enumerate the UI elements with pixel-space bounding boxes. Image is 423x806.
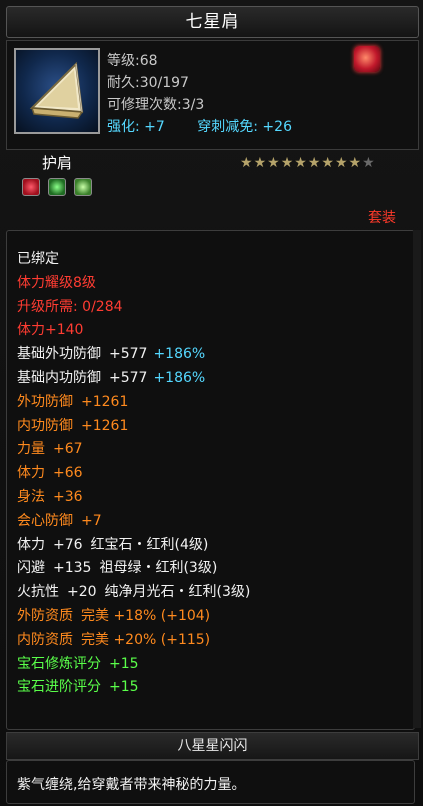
star-filled-icon: ★ xyxy=(348,155,363,171)
star-filled-icon: ★ xyxy=(240,155,254,171)
attribute-label: 体力+140 xyxy=(17,322,84,339)
attribute-line: 闪避 +135 祖母绿・红利(3级) xyxy=(17,557,250,581)
item-description: 紫气缠绕,给穿戴者带来神秘的力量。 xyxy=(17,777,246,793)
gem-slot-icon[interactable] xyxy=(354,46,380,72)
attribute-line: 身法 +36 xyxy=(17,486,250,510)
item-base-stats: 等级:68 耐久:30/197 可修理次数:3/3 强化: +7 穿刺减免: +… xyxy=(107,50,320,138)
attribute-line: 体力耀级8级 xyxy=(17,272,250,296)
attribute-label: 基础外功防御 xyxy=(17,346,101,363)
moonstone-gem-icon[interactable] xyxy=(74,178,93,196)
gem-slots xyxy=(22,178,95,200)
attribute-label: 外功防御 xyxy=(17,393,73,410)
attribute-label: 内功防御 xyxy=(17,417,73,434)
star-filled-icon: ★ xyxy=(294,155,308,171)
attribute-label: 基础内功防御 xyxy=(17,369,101,386)
attribute-value: +66 xyxy=(53,465,83,482)
attribute-value: +1261 xyxy=(81,417,129,434)
attribute-label: 体力耀级8级 xyxy=(17,274,96,291)
attribute-value: +20 xyxy=(67,584,97,601)
star-filled-icon: ★ xyxy=(253,155,268,171)
attribute-line: 力量 +67 xyxy=(17,438,250,462)
green-gem-icon[interactable] xyxy=(48,178,67,196)
pierce-reduction-text: 穿刺减免: +26 xyxy=(197,119,292,135)
attribute-value: +135 xyxy=(53,560,92,577)
attribute-label: 闪避 xyxy=(17,560,45,577)
attribute-label: 内防资质 xyxy=(17,631,73,648)
attribute-line: 宝石进阶评分 +15 xyxy=(17,676,250,700)
attribute-line: 已绑定 xyxy=(17,248,250,272)
attribute-value: +76 xyxy=(53,536,83,553)
attribute-label: 已绑定 xyxy=(17,251,59,267)
enhance-text: 强化: +7 xyxy=(107,119,165,135)
attribute-value: +67 xyxy=(53,441,83,458)
attribute-line: 升级所需: 0/284 xyxy=(17,296,250,320)
attribute-value: +577 xyxy=(109,346,148,363)
item-flavor-title: 八星星闪闪 xyxy=(6,732,419,760)
attribute-value: +1261 xyxy=(81,393,129,410)
attribute-value: +577 xyxy=(109,369,148,386)
attribute-line: 内功防御 +1261 xyxy=(17,415,250,439)
durability-text: 耐久:30/197 xyxy=(107,75,189,91)
item-icon xyxy=(14,48,100,134)
item-tooltip-panel: 七星肩 等级:68 耐久:30/197 可修理次数:3/3 强化: +7 穿刺减… xyxy=(0,0,423,806)
attribute-label: 会心防御 xyxy=(17,512,73,529)
star-empty-icon: ★ xyxy=(362,155,376,171)
attribute-line: 体力 +66 xyxy=(17,462,250,486)
attribute-value: +7 xyxy=(81,512,102,529)
item-type: 护肩 xyxy=(42,154,73,172)
attribute-label: 宝石进阶评分 xyxy=(17,679,101,696)
attribute-line: 体力 +76 红宝石・红利(4级) xyxy=(17,534,250,558)
attribute-gem-source: 纯净月光石・红利(3级) xyxy=(104,584,251,601)
attribute-bonus-percent: +186% xyxy=(153,346,206,363)
star-filled-icon: ★ xyxy=(334,155,349,171)
attribute-line: 基础外功防御 +577 +186% xyxy=(17,343,250,367)
attribute-gem-source: 红宝石・红利(4级) xyxy=(90,536,209,553)
star-filled-icon: ★ xyxy=(321,155,335,171)
attribute-scrollbar[interactable] xyxy=(413,230,421,728)
attribute-label: 外防资质 xyxy=(17,607,73,624)
attribute-label: 宝石修炼评分 xyxy=(17,655,101,672)
star-rating: ★★★★★★★★★★ xyxy=(240,155,376,171)
attribute-label: 力量 xyxy=(17,441,45,458)
attribute-line: 会心防御 +7 xyxy=(17,510,250,534)
item-title: 七星肩 xyxy=(6,6,419,38)
set-tag: 套装 xyxy=(368,210,396,226)
attribute-line: 火抗性 +20 纯净月光石・红利(3级) xyxy=(17,581,250,605)
attribute-list: 已绑定体力耀级8级升级所需: 0/284 体力+140 基础外功防御 +577 +186… xyxy=(17,248,250,700)
attribute-line: 体力+140 xyxy=(17,319,250,343)
attribute-bonus-percent: +186% xyxy=(153,369,206,386)
attribute-value: +15 xyxy=(109,655,139,672)
repair-count-text: 可修理次数:3/3 xyxy=(107,97,205,113)
attribute-value: +15 xyxy=(109,679,139,696)
enhance-row: 强化: +7 穿刺减免: +26 xyxy=(107,116,320,138)
attribute-line: 外功防御 +1261 xyxy=(17,391,250,415)
attribute-value: 完美 +20% (+115) xyxy=(81,631,211,648)
attribute-line: 宝石修炼评分 +15 xyxy=(17,653,250,677)
attribute-label: 体力 xyxy=(17,465,45,482)
attribute-label: 体力 xyxy=(17,536,45,553)
attribute-label: 升级所需: 0/284 xyxy=(17,298,123,315)
attribute-label: 身法 xyxy=(17,488,45,505)
star-filled-icon: ★ xyxy=(307,155,322,171)
attribute-line: 内防资质 完美 +20% (+115) xyxy=(17,629,250,653)
level-text: 等级:68 xyxy=(107,53,158,69)
attribute-value: 完美 +18% (+104) xyxy=(81,607,211,624)
attribute-gem-source: 祖母绿・红利(3级) xyxy=(99,560,218,577)
attribute-line: 外防资质 完美 +18% (+104) xyxy=(17,605,250,629)
attribute-line: 基础内功防御 +577 +186% xyxy=(17,367,250,391)
attribute-value: +36 xyxy=(53,488,83,505)
red-gem-icon[interactable] xyxy=(22,178,40,196)
attribute-label: 火抗性 xyxy=(17,584,59,601)
star-filled-icon: ★ xyxy=(280,155,295,171)
star-filled-icon: ★ xyxy=(267,155,281,171)
